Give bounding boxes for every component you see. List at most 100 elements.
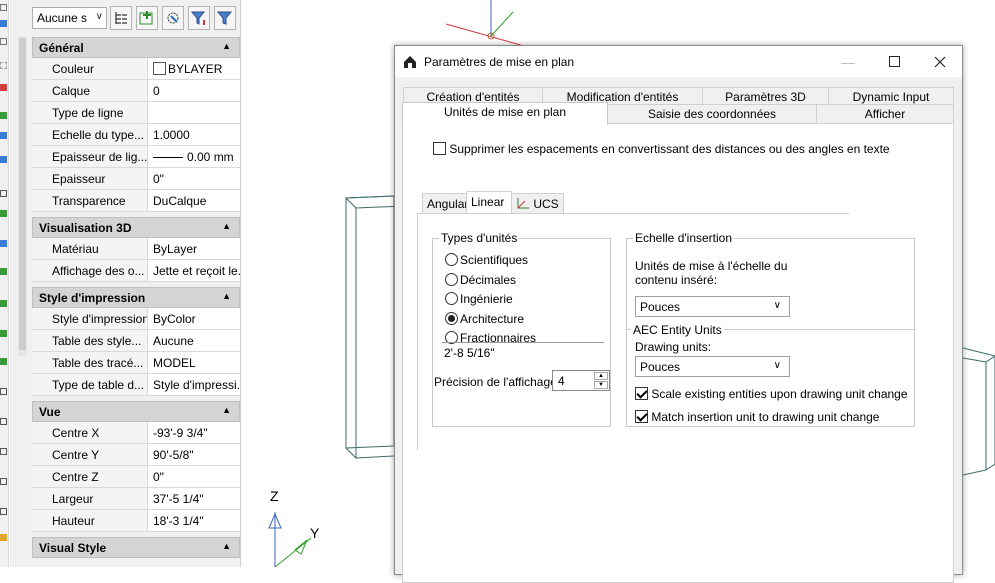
dialog-titlebar[interactable]: Paramètres de mise en plan — — [395, 46, 962, 77]
property-row[interactable]: Epaisseur de lig... 0.00 mm — [32, 146, 240, 168]
property-row[interactable]: Table des tracé... MODEL — [32, 352, 240, 374]
property-row[interactable]: Style d'impression ByColor — [32, 308, 240, 330]
maximize-button[interactable] — [871, 46, 917, 77]
tool-icon[interactable] — [0, 84, 7, 91]
radio-button[interactable] — [445, 311, 458, 325]
match-insertion-checkbox[interactable] — [635, 410, 648, 423]
property-value[interactable]: 1.0000 — [148, 124, 240, 145]
property-row[interactable]: Centre Y 90'-5/8" — [32, 444, 240, 466]
stepper-up-icon[interactable]: ▲ — [594, 372, 608, 380]
section-header[interactable]: Vue ▲ — [32, 401, 240, 422]
unit-type-option[interactable]: Scientifiques — [445, 253, 528, 267]
scale-existing-option[interactable]: Scale existing entities upon drawing uni… — [635, 387, 908, 401]
property-value[interactable]: 18'-3 1/4" — [148, 510, 240, 531]
property-value[interactable]: 37'-5 1/4" — [148, 488, 240, 509]
property-value[interactable]: 0.00 mm — [148, 146, 240, 167]
unit-type-option[interactable]: Ingénierie — [445, 292, 513, 306]
section-header[interactable]: Visualisation 3D ▲ — [32, 217, 240, 238]
precision-stepper[interactable]: 4 ▲ ▼ — [552, 370, 610, 391]
property-value[interactable]: BYLAYER — [148, 58, 240, 79]
collapse-icon[interactable]: ▲ — [222, 541, 231, 551]
scrollbar-thumb[interactable] — [19, 38, 26, 350]
suppress-spaces-checkbox[interactable] — [433, 142, 446, 155]
subtab-angular[interactable]: Angular — [422, 193, 468, 213]
property-value[interactable]: 0" — [148, 168, 240, 189]
property-row[interactable]: Epaisseur 0" — [32, 168, 240, 190]
property-value[interactable]: Aucune — [148, 330, 240, 351]
property-value[interactable] — [148, 102, 240, 123]
property-value[interactable]: 0 — [148, 80, 240, 101]
tab-dynamic-input[interactable]: Dynamic Input — [828, 87, 954, 105]
radio-button[interactable] — [445, 253, 458, 266]
tool-icon[interactable] — [0, 156, 7, 163]
subtab-linear[interactable]: Linear — [466, 191, 512, 214]
property-value[interactable]: 0" — [148, 466, 240, 487]
property-value[interactable]: Jette et reçoit le... — [148, 260, 240, 281]
palette-scrollbar[interactable] — [18, 36, 27, 356]
radio-button[interactable] — [445, 272, 458, 286]
subtab-ucs[interactable]: UCS — [511, 193, 564, 213]
tree-list-button[interactable] — [110, 6, 132, 30]
tool-icon[interactable] — [0, 190, 7, 197]
tool-icon[interactable] — [0, 20, 7, 27]
tab-drawing-units[interactable]: Unités de mise en plan — [402, 102, 608, 125]
property-row[interactable]: Type de ligne — [32, 102, 240, 124]
scale-existing-checkbox[interactable] — [635, 387, 648, 400]
property-row[interactable]: Table des style... Aucune — [32, 330, 240, 352]
collapse-icon[interactable]: ▲ — [222, 291, 231, 301]
close-button[interactable] — [917, 46, 963, 77]
selection-dropdown[interactable]: Aucune s ∨ — [32, 7, 107, 29]
property-row[interactable]: Couleur BYLAYER — [32, 58, 240, 80]
tool-icon[interactable] — [0, 388, 7, 395]
section-header[interactable]: Visual Style ▲ — [32, 537, 240, 558]
property-row[interactable]: Echelle du type... 1.0000 — [32, 124, 240, 146]
section-header[interactable]: Général ▲ — [32, 37, 240, 58]
collapse-icon[interactable]: ▲ — [222, 221, 231, 231]
property-row[interactable]: Type de table d... Style d'impressi... — [32, 374, 240, 396]
minimize-button[interactable]: — — [825, 46, 871, 77]
property-value[interactable]: DuCalque — [148, 190, 240, 211]
tool-icon[interactable] — [0, 4, 7, 11]
tool-icon[interactable] — [0, 240, 7, 247]
property-value[interactable]: 90'-5/8" — [148, 444, 240, 465]
collapse-icon[interactable]: ▲ — [222, 405, 231, 415]
select-objects-button[interactable] — [136, 6, 158, 30]
property-value[interactable]: -93'-9 3/4" — [148, 422, 240, 443]
property-row[interactable]: Hauteur 18'-3 1/4" — [32, 510, 240, 532]
property-value[interactable]: MODEL — [148, 352, 240, 373]
property-row[interactable]: Matériau ByLayer — [32, 238, 240, 260]
tool-icon[interactable] — [0, 448, 7, 455]
tool-icon[interactable] — [0, 132, 7, 139]
property-row[interactable]: Centre Z 0" — [32, 466, 240, 488]
property-row[interactable]: Largeur 37'-5 1/4" — [32, 488, 240, 510]
drawing-units-dropdown[interactable]: Pouces ∨ — [635, 356, 790, 377]
insertion-units-dropdown[interactable]: Pouces ∨ — [635, 296, 790, 317]
property-row[interactable]: Transparence DuCalque — [32, 190, 240, 212]
tool-icon[interactable] — [0, 478, 7, 485]
suppress-spaces-option[interactable]: Supprimer les espacements en convertissa… — [433, 142, 890, 156]
tool-icon[interactable] — [0, 508, 7, 515]
unit-type-option[interactable]: Décimales — [445, 272, 516, 287]
match-insertion-option[interactable]: Match insertion unit to drawing unit cha… — [635, 410, 879, 424]
property-row[interactable]: Centre X -93'-9 3/4" — [32, 422, 240, 444]
tool-icon[interactable] — [0, 112, 7, 119]
property-value[interactable]: Style d'impressi... — [148, 374, 240, 395]
tab-3d-settings[interactable]: Paramètres 3D — [702, 87, 829, 105]
pickadd-filter-button[interactable] — [214, 6, 236, 30]
tool-icon[interactable] — [0, 38, 7, 45]
tool-icon[interactable] — [0, 358, 7, 365]
property-row[interactable]: Calque 0 — [32, 80, 240, 102]
section-header[interactable]: Style d'impression ▲ — [32, 287, 240, 308]
tool-icon[interactable] — [0, 330, 7, 337]
property-row[interactable]: Affichage des o... Jette et reçoit le... — [32, 260, 240, 282]
filter-button[interactable] — [188, 6, 210, 30]
tool-icon[interactable] — [0, 300, 7, 307]
unit-type-option[interactable]: Architecture — [445, 311, 524, 326]
tab-coordinate-input[interactable]: Saisie des coordonnées — [607, 104, 817, 124]
tool-icon[interactable] — [0, 418, 7, 425]
property-value[interactable]: ByColor — [148, 308, 240, 329]
tool-icon[interactable] — [0, 268, 7, 275]
tool-icon[interactable] — [0, 210, 7, 217]
stepper-down-icon[interactable]: ▼ — [594, 381, 608, 389]
radio-button[interactable] — [445, 292, 458, 305]
